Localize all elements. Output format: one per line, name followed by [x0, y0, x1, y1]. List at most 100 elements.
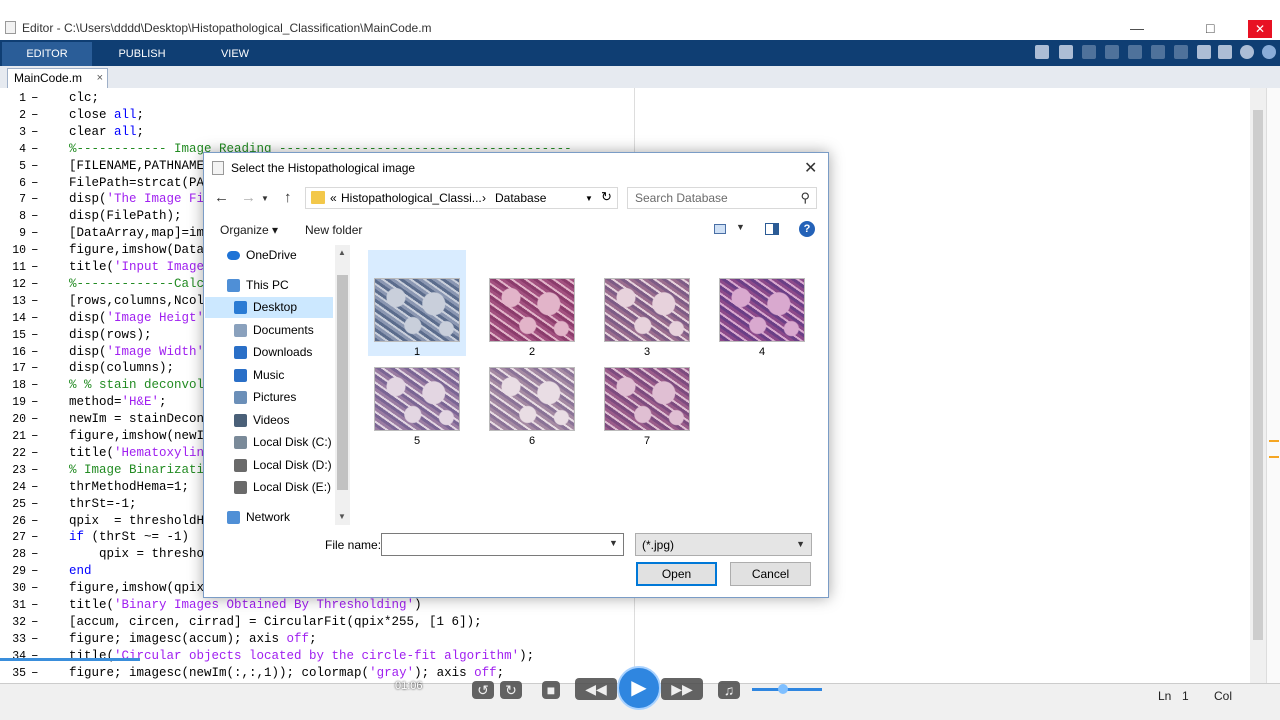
editor-vertical-scrollbar[interactable] [1250, 88, 1266, 683]
breakpoint-dash[interactable]: – [31, 225, 39, 242]
breakpoint-dash[interactable]: – [31, 462, 39, 479]
back-arrow-icon[interactable]: ← [214, 189, 229, 206]
volume-slider-knob[interactable] [778, 684, 788, 694]
cancel-button[interactable]: Cancel [730, 562, 811, 586]
breakpoint-dash[interactable]: – [31, 191, 39, 208]
breakpoint-dash[interactable]: – [31, 90, 39, 107]
preview-pane-icon[interactable] [765, 223, 779, 235]
recent-locations-chevron-icon[interactable]: ▼ [261, 194, 269, 203]
repeat-icon[interactable]: ↺ [472, 681, 494, 699]
organize-button[interactable]: Organize ▾ [220, 223, 278, 237]
breakpoint-dash[interactable]: – [31, 580, 39, 597]
breadcrumb-histopathological[interactable]: Histopathological_Classi... [341, 191, 482, 205]
dialog-close-icon[interactable]: ✕ [804, 158, 817, 178]
refresh-address-icon[interactable]: ↻ [601, 189, 612, 205]
breakpoint-dash[interactable]: – [31, 276, 39, 293]
breakpoint-dash[interactable]: – [31, 496, 39, 513]
breakpoint-dash[interactable]: – [31, 648, 39, 665]
breakpoint-dash[interactable]: – [31, 563, 39, 580]
forward-arrow-icon[interactable]: → [241, 189, 256, 206]
print-icon[interactable] [1197, 45, 1211, 59]
breakpoint-dash[interactable]: – [31, 394, 39, 411]
breakpoint-dash[interactable]: – [31, 529, 39, 546]
file-name-history-chevron-icon[interactable]: ▼ [609, 538, 618, 548]
nav-item-local-disk-e[interactable]: Local Disk (E:) [205, 477, 333, 498]
tab-publish[interactable]: PUBLISH [97, 42, 187, 66]
breakpoint-dash[interactable]: – [31, 546, 39, 563]
breakpoint-dash[interactable]: – [31, 631, 39, 648]
breakpoint-dash[interactable]: – [31, 327, 39, 344]
nav-item-music[interactable]: Music [205, 365, 333, 386]
chevron-down-icon[interactable] [1240, 45, 1254, 59]
breakpoint-dash[interactable]: – [31, 360, 39, 377]
breakpoint-dash[interactable]: – [31, 411, 39, 428]
breakpoint-dash[interactable]: – [31, 310, 39, 327]
scrollbar-thumb[interactable] [1253, 110, 1263, 640]
refresh-icon[interactable]: ↻ [500, 681, 522, 699]
file-name-input[interactable] [381, 533, 624, 556]
open-button[interactable]: Open [636, 562, 717, 586]
breakpoint-dash[interactable]: – [31, 259, 39, 276]
breakpoint-dash[interactable]: – [31, 344, 39, 361]
nav-item-this-pc[interactable]: This PC [205, 275, 333, 296]
fast-forward-icon[interactable]: ▶▶ [661, 678, 703, 700]
breakpoint-dash[interactable]: – [31, 242, 39, 259]
up-arrow-icon[interactable]: ↑ [284, 189, 292, 206]
address-history-chevron-icon[interactable]: ▼ [585, 194, 593, 203]
nav-item-desktop[interactable]: Desktop [205, 297, 333, 318]
save-icon[interactable] [1059, 45, 1073, 59]
nav-item-local-disk-d[interactable]: Local Disk (D:) [205, 455, 333, 476]
nav-item-network[interactable]: Network [205, 507, 333, 525]
tab-editor[interactable]: EDITOR [2, 42, 92, 66]
file-thumbnail[interactable]: 5 [368, 339, 466, 447]
breakpoint-dash[interactable]: – [31, 141, 39, 158]
breakpoint-dash[interactable]: – [31, 665, 39, 682]
close-icon[interactable]: ✕ [1248, 20, 1272, 38]
breakpoint-dash[interactable]: – [31, 614, 39, 631]
nav-item-onedrive[interactable]: OneDrive [205, 245, 333, 266]
file-thumbnail[interactable]: 4 [713, 250, 811, 358]
breakpoint-dash[interactable]: – [31, 175, 39, 192]
warning-marker[interactable] [1269, 440, 1279, 442]
search-box[interactable]: Search Database ⚲ [627, 187, 817, 209]
copy-icon[interactable] [1105, 45, 1119, 59]
breadcrumb-database[interactable]: Database [495, 191, 546, 205]
warning-marker[interactable] [1269, 456, 1279, 458]
breakpoint-dash[interactable]: – [31, 597, 39, 614]
minimize-icon[interactable]: — [1130, 20, 1144, 36]
chevron-down-icon[interactable]: ▼ [796, 539, 805, 549]
cut-icon[interactable] [1082, 45, 1096, 59]
help-icon[interactable] [1262, 45, 1276, 59]
file-type-select[interactable]: (*.jpg) ▼ [635, 533, 812, 556]
address-bar[interactable]: « Histopathological_Classi... › Database… [305, 187, 618, 209]
video-progress-bar[interactable] [0, 658, 140, 661]
help-button[interactable]: ? [799, 221, 815, 237]
scroll-up-icon[interactable]: ▲ [338, 248, 346, 257]
paste-icon[interactable] [1128, 45, 1142, 59]
nav-item-documents[interactable]: Documents [205, 320, 333, 341]
file-thumbnail[interactable]: 7 [598, 339, 696, 447]
breakpoint-dash[interactable]: – [31, 445, 39, 462]
change-view-icon[interactable] [714, 224, 726, 234]
undo-icon[interactable] [1151, 45, 1165, 59]
navigation-scroll-thumb[interactable] [337, 275, 348, 490]
file-tab-maincode[interactable]: MainCode.m × [7, 68, 108, 88]
breakpoint-dash[interactable]: – [31, 124, 39, 141]
nav-item-local-disk-c[interactable]: Local Disk (C:) [205, 432, 333, 453]
scroll-down-icon[interactable]: ▼ [338, 512, 346, 521]
tab-view[interactable]: VIEW [190, 42, 280, 66]
rewind-icon[interactable]: ◀◀ [575, 678, 617, 700]
play-icon[interactable]: ▶ [617, 666, 661, 710]
maximize-icon[interactable]: □ [1206, 20, 1214, 36]
navigation-pane-scrollbar[interactable]: ▲ ▼ [335, 245, 350, 525]
new-folder-button[interactable]: New folder [305, 223, 362, 237]
breakpoint-dash[interactable]: – [31, 513, 39, 530]
breakpoint-dash[interactable]: – [31, 158, 39, 175]
close-tab-icon[interactable]: × [97, 69, 103, 87]
breakpoint-dash[interactable]: – [31, 377, 39, 394]
file-thumbnail[interactable]: 6 [483, 339, 581, 447]
breakpoint-dash[interactable]: – [31, 208, 39, 225]
volume-icon[interactable]: ♫ [718, 681, 740, 699]
open-file-icon[interactable] [1035, 45, 1049, 59]
breakpoint-dash[interactable]: – [31, 479, 39, 496]
